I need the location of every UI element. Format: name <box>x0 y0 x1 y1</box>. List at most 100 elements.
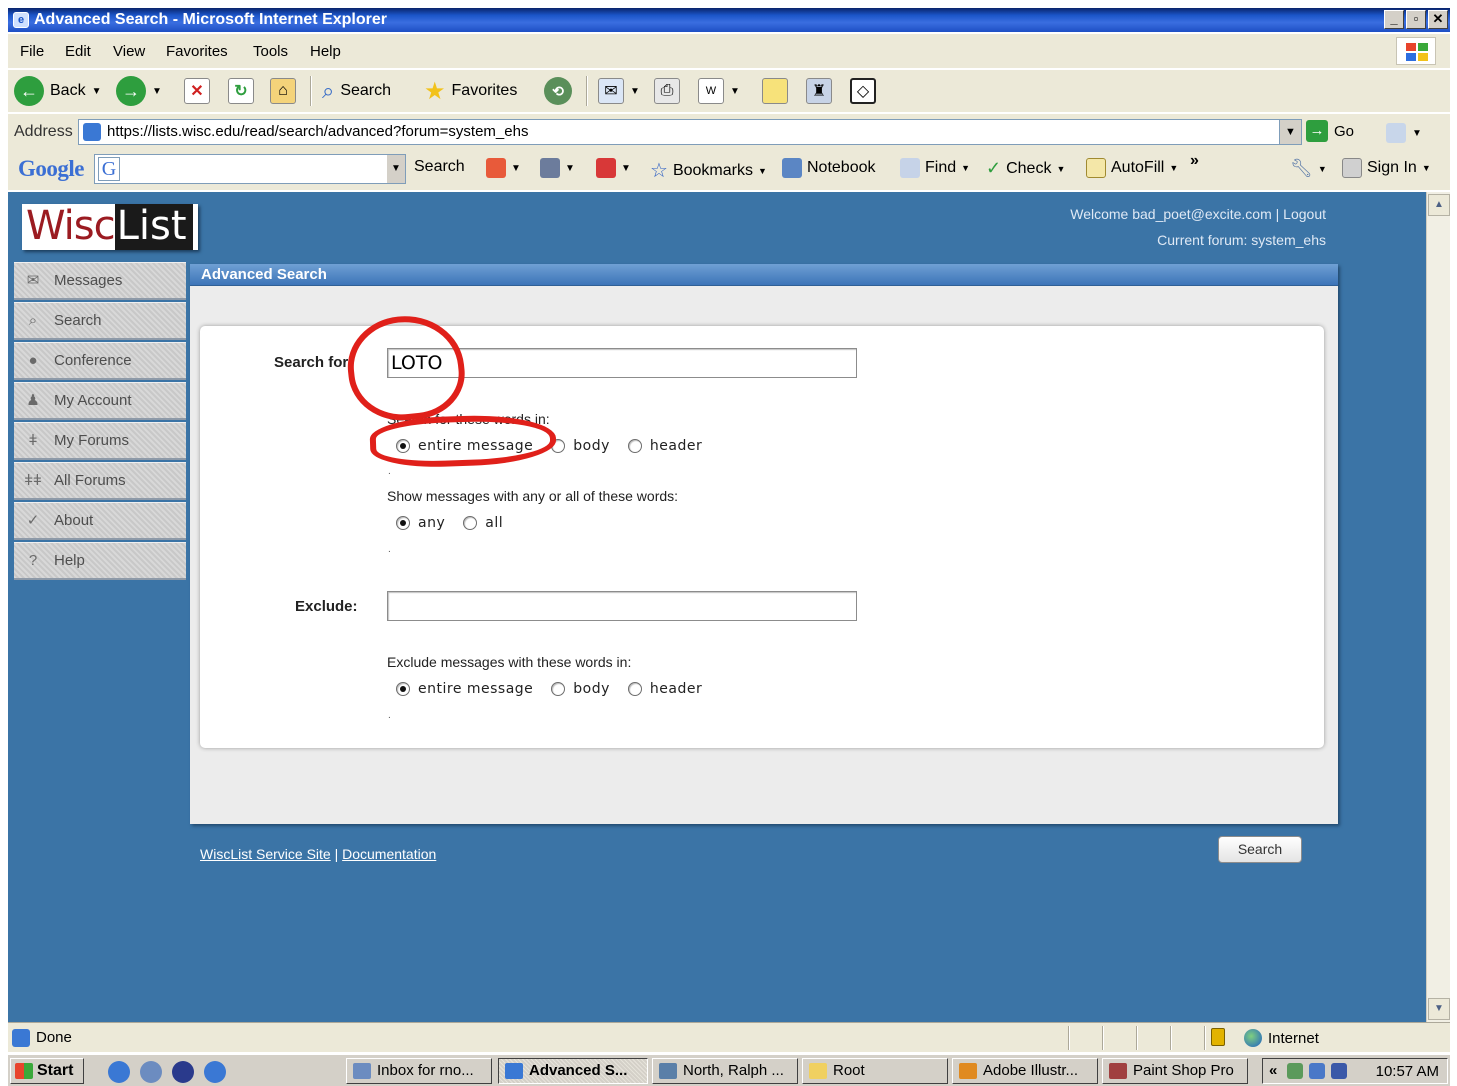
spellcheck-button[interactable]: ✓ Check ▼ <box>986 158 1065 179</box>
exclude-input[interactable] <box>387 591 857 621</box>
task-north-ralph[interactable]: North, Ralph ... <box>652 1058 798 1084</box>
vertical-scrollbar[interactable]: ▲ ▼ <box>1426 192 1450 1022</box>
task-paint-shop-pro[interactable]: Paint Shop Pro <box>1102 1058 1248 1084</box>
print-button[interactable]: ⎙ <box>654 76 680 106</box>
radio-unselected[interactable] <box>463 516 478 530</box>
back-button[interactable]: ← Back ▼ <box>14 76 101 106</box>
research-button[interactable]: ◇ <box>850 76 876 106</box>
chevron-down-icon[interactable]: ▼ <box>1279 120 1301 144</box>
logout-link[interactable]: Logout <box>1283 206 1326 222</box>
advanced-search-panel: Advanced Search Search for: LOTO Search … <box>190 264 1338 863</box>
links-button[interactable]: ▼ <box>1386 118 1422 148</box>
sidebar-item-help[interactable]: ? Help <box>14 542 186 580</box>
settings-button[interactable]: ▼ <box>540 158 575 178</box>
history-button[interactable]: ⟲ <box>544 76 572 106</box>
scroll-up-icon[interactable]: ▲ <box>1428 194 1450 216</box>
menu-file[interactable]: File <box>20 43 44 60</box>
discuss-button[interactable] <box>762 76 788 106</box>
status-cell <box>1170 1026 1172 1050</box>
search-in-entire-message-option[interactable]: entire message <box>396 438 533 454</box>
ie-icon: e <box>13 12 29 28</box>
exclude-in-body-option[interactable]: body <box>551 681 610 697</box>
search-button[interactable]: ⌕ Search <box>322 76 391 106</box>
sidebar-item-about[interactable]: ✓ About <box>14 502 186 540</box>
documentation-link[interactable]: Documentation <box>342 846 436 862</box>
chevron-down-icon[interactable]: ▼ <box>387 155 405 183</box>
search-in-header-option[interactable]: header <box>627 438 702 454</box>
task-advanced-search[interactable]: Advanced S... <box>498 1058 648 1084</box>
tray-network-icon[interactable] <box>1287 1063 1303 1079</box>
refresh-button[interactable]: ↻ <box>228 76 254 106</box>
tray-volume-icon[interactable] <box>1331 1063 1347 1079</box>
radio-unselected[interactable] <box>551 682 566 696</box>
autofill-button[interactable]: AutoFill ▼ <box>1086 158 1178 178</box>
exclude-in-entire-message-option[interactable]: entire message <box>396 681 533 697</box>
sidebar-item-label: Help <box>54 552 85 569</box>
exclude-in-header-option[interactable]: header <box>627 681 702 697</box>
address-input[interactable]: https://lists.wisc.edu/read/search/advan… <box>78 119 1302 145</box>
menu-help[interactable]: Help <box>310 43 341 60</box>
menu-favorites[interactable]: Favorites <box>166 43 228 60</box>
sidebar-item-all-forums[interactable]: ǂǂ All Forums <box>14 462 186 500</box>
quicklaunch-outlook-icon[interactable] <box>140 1061 162 1083</box>
scroll-down-icon[interactable]: ▼ <box>1428 998 1450 1020</box>
close-button[interactable]: ✕ <box>1428 10 1448 29</box>
bookmarks-button[interactable]: ☆ Bookmarks ▼ <box>650 158 767 183</box>
quicklaunch-browser-icon[interactable] <box>204 1061 226 1083</box>
sidebar-item-label: All Forums <box>54 472 126 489</box>
radio-selected[interactable] <box>396 439 410 453</box>
start-button[interactable]: Start <box>10 1058 84 1084</box>
popup-blocker-button[interactable]: ▼ <box>596 158 631 178</box>
sign-in-button[interactable]: Sign In ▼ <box>1342 158 1431 178</box>
task-root[interactable]: Root <box>802 1058 948 1084</box>
menu-view[interactable]: View <box>113 43 145 60</box>
messenger-button[interactable]: ♜ <box>806 76 832 106</box>
menu-tools[interactable]: Tools <box>253 43 288 60</box>
stop-button[interactable]: ✕ <box>184 76 210 106</box>
sidebar-item-messages[interactable]: ✉ Messages <box>14 262 186 300</box>
wisclist-logo[interactable]: WiscList <box>22 204 198 250</box>
sidebar-item-search[interactable]: ⌕ Search <box>14 302 186 340</box>
tray-sync-icon[interactable] <box>1309 1063 1325 1079</box>
mail-button[interactable]: ✉ ▼ <box>598 76 640 106</box>
go-button[interactable]: → Go <box>1306 120 1354 142</box>
radio-selected[interactable] <box>396 516 410 530</box>
clock[interactable]: 10:57 AM <box>1376 1063 1439 1080</box>
match-all-option[interactable]: all <box>463 515 503 531</box>
maximize-button[interactable]: ▫ <box>1406 10 1426 29</box>
service-site-link[interactable]: WiscList Service Site <box>200 846 331 862</box>
sidebar-item-conference[interactable]: ● Conference <box>14 342 186 380</box>
search-submit-button[interactable]: Search <box>1218 836 1302 863</box>
forward-button[interactable]: → ▼ <box>116 76 162 106</box>
radio-label: body <box>573 681 610 697</box>
task-inbox[interactable]: Inbox for rno... <box>346 1058 492 1084</box>
search-in-body-option[interactable]: body <box>551 438 610 454</box>
task-illustrator[interactable]: Adobe Illustr... <box>952 1058 1098 1084</box>
find-button[interactable]: Find ▼ <box>900 158 970 178</box>
search-for-input[interactable]: LOTO <box>387 348 857 378</box>
radio-unselected[interactable] <box>627 682 642 696</box>
quicklaunch-ie-icon[interactable] <box>108 1061 130 1083</box>
menu-edit[interactable]: Edit <box>65 43 91 60</box>
google-search-input[interactable]: G ▼ <box>94 154 406 184</box>
favorites-button[interactable]: ★ Favorites <box>424 76 517 106</box>
google-g-button[interactable]: G <box>98 157 120 181</box>
sidebar-item-my-account[interactable]: ♟ My Account <box>14 382 186 420</box>
more-chevron-icon[interactable]: » <box>1190 152 1199 170</box>
radio-unselected[interactable] <box>551 439 566 453</box>
radio-selected[interactable] <box>396 682 410 696</box>
google-search-button[interactable]: Search <box>414 158 465 176</box>
edit-button[interactable]: W ▼ <box>698 76 740 106</box>
match-any-option[interactable]: any <box>396 515 445 531</box>
minimize-button[interactable]: _ <box>1384 10 1404 29</box>
notebook-button[interactable]: Notebook <box>782 158 876 178</box>
tools-button[interactable]: 🔧︎ ▼ <box>1290 158 1327 179</box>
pagerank-button[interactable]: ▼ <box>486 158 521 178</box>
tray-expand-icon[interactable]: « <box>1269 1062 1277 1079</box>
chevron-down-icon: ▼ <box>961 163 971 173</box>
home-button[interactable]: ⌂ <box>270 76 296 106</box>
sidebar-item-my-forums[interactable]: ǂ My Forums <box>14 422 186 460</box>
radio-unselected[interactable] <box>627 439 642 453</box>
quicklaunch-media-icon[interactable] <box>172 1061 194 1083</box>
toolbar-separator <box>310 76 312 106</box>
